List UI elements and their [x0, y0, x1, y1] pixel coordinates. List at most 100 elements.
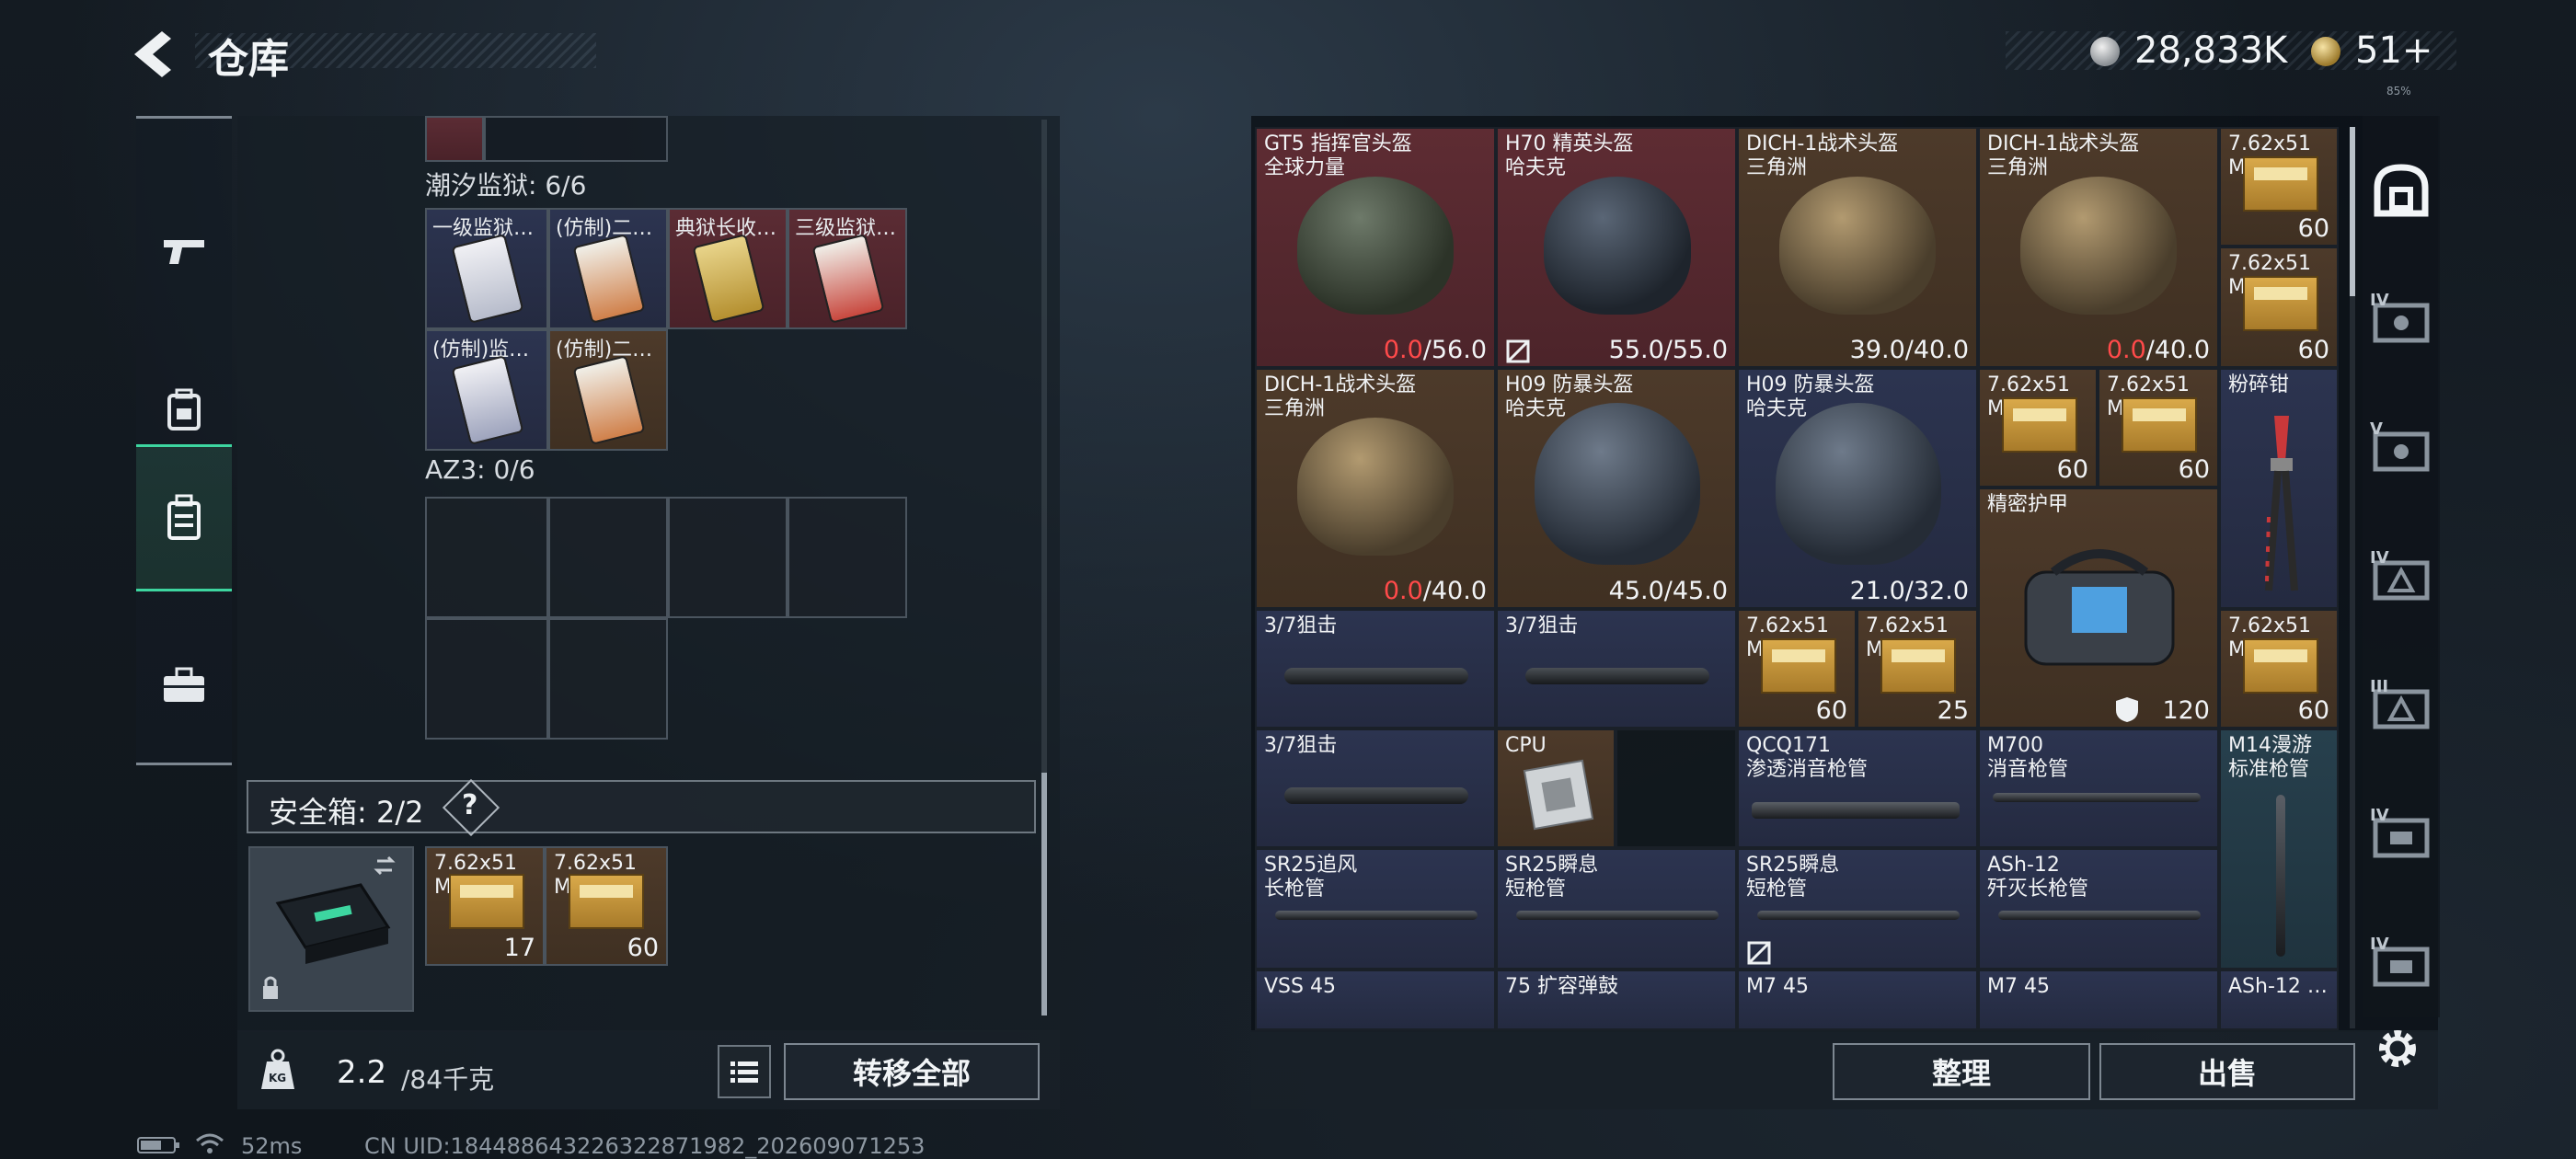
list-view-button[interactable]	[718, 1045, 771, 1098]
helmet-icon	[1544, 177, 1691, 315]
ammo-count: 17	[503, 934, 535, 962]
durability-max: /55.0	[1663, 336, 1728, 364]
empty-keycard-slot[interactable]	[548, 497, 668, 618]
inventory-item-ammo[interactable]: 7.62x51 M62 60	[2219, 609, 2339, 729]
item-count: 60	[2178, 455, 2210, 484]
keycard-slot[interactable]: (仿制)二…	[548, 329, 668, 451]
inventory-item-ammo[interactable]: 7.62x51 M62 60	[1737, 609, 1857, 729]
inventory-item-h09-helmet[interactable]: H09 防暴头盔 哈夫克 21.0/32.0	[1737, 368, 1978, 609]
inventory-item-sr25-short-barrel[interactable]: SR25瞬息 短枪管	[1496, 848, 1737, 970]
inventory-item-dich1-helmet[interactable]: DICH-1战术头盔 三角洲 0.0/40.0	[1978, 127, 2219, 368]
pliers-icon	[2265, 416, 2298, 591]
organize-button[interactable]: 整理	[1833, 1043, 2090, 1100]
keycard-icon	[811, 234, 885, 324]
item-name: M14漫游	[2228, 734, 2312, 757]
inventory-item-dich1-helmet[interactable]: DICH-1战术头盔 三角洲 39.0/40.0	[1737, 127, 1978, 368]
empty-keycard-slot[interactable]	[548, 618, 668, 740]
inventory-item-ammo[interactable]: 7.62x51 M62 25	[1857, 609, 1978, 729]
empty-keycard-slot[interactable]	[668, 497, 788, 618]
barrel-icon	[1516, 911, 1719, 920]
inventory-item-sr25-barrel[interactable]: SR25追风 长枪管	[1255, 848, 1496, 970]
keycard-icon	[451, 234, 524, 324]
right-scrollbar-thumb[interactable]	[2350, 127, 2355, 296]
inventory-item-h70-helmet[interactable]: H70 精英头盔 哈夫克 55.0/55.0	[1496, 127, 1737, 368]
tab-container-6[interactable]: IV	[2368, 933, 2434, 999]
tab-weapons[interactable]	[136, 178, 232, 325]
item-name: H09 防暴头盔	[1505, 373, 1634, 396]
tab-all-items[interactable]	[2368, 158, 2434, 224]
cropped-item-cell[interactable]	[484, 116, 668, 162]
inventory-item-ash12-part[interactable]: ASh-12 …	[2219, 970, 2339, 1030]
item-maker: 三角洲	[1264, 397, 1326, 420]
item-name: 7.62x51	[1987, 373, 2070, 396]
inventory-item-m14-barrel[interactable]: M14漫游 标准枪管	[2219, 729, 2339, 970]
item-maker: 哈夫克	[1746, 397, 1808, 420]
briefcase-icon	[164, 667, 204, 702]
inventory-item-m700-barrel[interactable]: M700 消音枪管	[1978, 729, 2219, 848]
cropped-item-cell[interactable]	[425, 116, 484, 162]
keycard-case-icon	[167, 494, 201, 540]
sell-button[interactable]: 出售	[2099, 1043, 2355, 1100]
tab-container-5[interactable]: IV	[2368, 804, 2434, 870]
inventory-item-m7-part[interactable]: M7 45	[1978, 970, 2219, 1030]
inventory-item-crusher-pliers[interactable]: 粉碎钳	[2219, 368, 2339, 609]
svg-text:KG: KG	[269, 1072, 286, 1084]
inventory-item-scope[interactable]: 3/7狙击	[1496, 609, 1737, 729]
item-name: DICH-1战术头盔	[1264, 373, 1417, 396]
safe-box-case[interactable]	[248, 846, 414, 1012]
inventory-item-scope[interactable]: 3/7狙击	[1255, 609, 1496, 729]
inventory-item-gt5-helmet[interactable]: GT5 指挥官头盔 全球力量 0.0/56.0	[1255, 127, 1496, 368]
tab-items[interactable]	[136, 612, 232, 759]
keycard-slot[interactable]: (仿制)监…	[425, 329, 548, 451]
inventory-item-drum-mag[interactable]: 75 扩容弹鼓	[1496, 970, 1737, 1030]
left-scrollbar-thumb[interactable]	[1041, 773, 1047, 1016]
token-value[interactable]: 51+	[2355, 29, 2432, 72]
item-count: 60	[2056, 455, 2088, 484]
empty-inventory-slot[interactable]	[1616, 729, 1737, 848]
keycard-slot[interactable]: (仿制)二…	[548, 208, 668, 329]
inventory-item-qcq171-barrel[interactable]: QCQ171 渗透消音枪管	[1737, 729, 1978, 848]
empty-keycard-slot[interactable]	[788, 497, 907, 618]
weight-capacity: /84千克	[401, 1064, 495, 1095]
money-value: 28,833K	[2134, 29, 2288, 72]
back-arrow-icon[interactable]	[129, 28, 184, 81]
tab-container-1[interactable]: IV	[2368, 289, 2434, 355]
ammo-name: 7.62x51	[554, 852, 637, 875]
empty-keycard-slot[interactable]	[425, 497, 548, 618]
transfer-all-button[interactable]: 转移全部	[784, 1043, 1040, 1100]
settings-gear-icon[interactable]	[2374, 1025, 2421, 1073]
tab-container-2[interactable]: V	[2368, 418, 2434, 484]
keycard-slot[interactable]: 三级监狱…	[788, 208, 907, 329]
barrel-icon	[1275, 911, 1478, 920]
inventory-item-scope[interactable]: 3/7狙击	[1255, 729, 1496, 848]
safe-ammo-slot[interactable]: 7.62x51 M62 60	[545, 846, 668, 966]
item-name: GT5 指挥官头盔	[1264, 132, 1412, 155]
all-items-icon	[2374, 164, 2429, 217]
inventory-item-ammo[interactable]: 7.62x51 M62 60	[2219, 127, 2339, 247]
inventory-item-sr25-short-barrel[interactable]: SR25瞬息 短枪管	[1737, 848, 1978, 970]
safe-ammo-slot[interactable]: 7.62x51 M62 17	[425, 846, 545, 966]
inventory-item-m7-part[interactable]: M7 45	[1737, 970, 1978, 1030]
inventory-item-precision-armor[interactable]: 精密护甲 120	[1978, 488, 2219, 729]
inventory-item-dich1-helmet[interactable]: DICH-1战术头盔 三角洲 0.0/40.0	[1255, 368, 1496, 609]
tab-container-3[interactable]: IV	[2368, 546, 2434, 613]
left-category-tabs	[136, 116, 232, 765]
keycard-slot[interactable]: 典狱长收…	[668, 208, 788, 329]
no-repair-icon	[1747, 941, 1771, 965]
item-name: M7 45	[1746, 975, 1809, 998]
empty-keycard-slot[interactable]	[425, 618, 548, 740]
tab-keycard-case[interactable]	[136, 444, 232, 591]
inventory-item-cpu[interactable]: CPU	[1496, 729, 1616, 848]
inventory-item-vss-barrel[interactable]: VSS 45	[1255, 970, 1496, 1030]
cpu-icon	[1523, 759, 1594, 831]
item-maker: 哈夫克	[1505, 156, 1567, 179]
item-name: DICH-1战术头盔	[1746, 132, 1899, 155]
inventory-item-ammo[interactable]: 7.62x51 M62 60	[2219, 247, 2339, 368]
inventory-item-ammo[interactable]: 7.62x51 M62 60	[1978, 368, 2098, 488]
list-icon	[730, 1061, 758, 1083]
inventory-item-h09-helmet[interactable]: H09 防暴头盔 哈夫克 45.0/45.0	[1496, 368, 1737, 609]
inventory-item-ammo[interactable]: 7.62x51 M62 60	[2098, 368, 2219, 488]
tab-container-4[interactable]: III	[2368, 675, 2434, 741]
inventory-item-ash12-barrel[interactable]: ASh-12 歼灭长枪管	[1978, 848, 2219, 970]
keycard-slot[interactable]: 一级监狱…	[425, 208, 548, 329]
